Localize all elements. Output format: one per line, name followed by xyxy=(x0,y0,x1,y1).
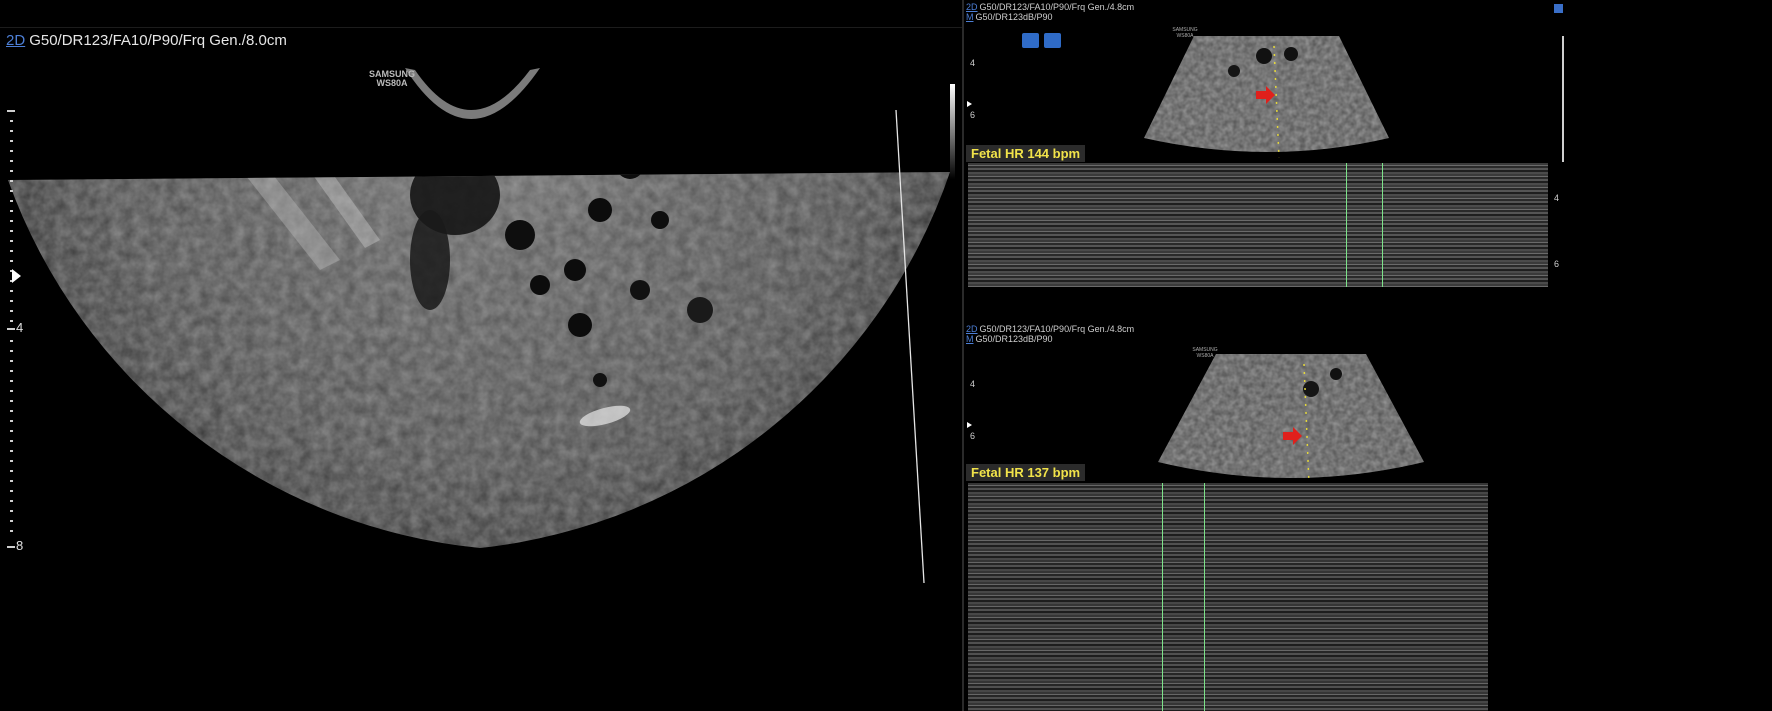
panel-bottom-mode[interactable]: 2D xyxy=(966,324,978,334)
panel-bottom-depth-tick-4: 4 xyxy=(970,379,976,389)
panel-top-caliper-line-2[interactable] xyxy=(1382,163,1383,287)
main-brand-label: SAMSUNG WS80A xyxy=(366,70,418,88)
panel-top-depth-tick-6: 6 xyxy=(970,110,976,120)
ultrasound-sector-image xyxy=(8,68,950,548)
panel-bottom-brand: SAMSUNG WS80A xyxy=(1190,347,1220,359)
panel-top-sector-image xyxy=(1144,36,1389,159)
main-view-header: 2D G50/DR123/FA10/P90/Frq Gen./8.0cm xyxy=(6,32,287,49)
panel-bottom-focus-marker[interactable] xyxy=(967,422,972,428)
focus-marker[interactable] xyxy=(12,269,21,283)
depth-tick-8: 8 xyxy=(16,538,24,553)
grayscale-bar xyxy=(950,84,955,179)
fetal-hr-top: Fetal HR 144 bpm xyxy=(966,145,1086,162)
panel-top-brand: SAMSUNG WS80A xyxy=(1170,27,1200,39)
main-mode-label[interactable]: 2D xyxy=(6,32,25,49)
panel-bottom-mmode-strip xyxy=(968,483,1488,711)
panel-bottom-mmode[interactable]: M xyxy=(966,334,974,344)
top-divider xyxy=(0,27,962,28)
panel-top-line2: M G50/DR123dB/P90 xyxy=(966,12,1053,22)
panel-top-mmode-strip xyxy=(968,163,1548,287)
panel-top-scroll[interactable] xyxy=(1562,36,1564,162)
panel-top-mode[interactable]: 2D xyxy=(966,2,978,12)
panel-bottom-sector-image xyxy=(1158,354,1424,485)
panel-top-focus-marker[interactable] xyxy=(967,101,972,107)
panel-bottom-mparams: G50/DR123dB/P90 xyxy=(975,334,1053,344)
panel-bottom-line2: M G50/DR123dB/P90 xyxy=(966,334,1053,344)
main-params-label: G50/DR123/FA10/P90/Frq Gen./8.0cm xyxy=(29,32,287,49)
main-view: 2D G50/DR123/FA10/P90/Frq Gen./8.0cm SAM… xyxy=(0,0,1061,711)
panel-bottom-depth-tick-6: 6 xyxy=(970,431,976,441)
panel-bottom-params: G50/DR123/FA10/P90/Frq Gen./4.8cm xyxy=(979,324,1135,334)
fetal-hr-bottom: Fetal HR 137 bpm xyxy=(966,464,1086,481)
depth-ruler xyxy=(7,110,15,548)
panel-top-corner-marker[interactable] xyxy=(1554,4,1563,13)
panel-top: 2D G50/DR123/FA10/P90/Frq Gen./4.8cm M G50… xyxy=(964,0,1772,330)
panel-top-mmode-tick-6: 6 xyxy=(1554,259,1560,269)
panel-top-mmode[interactable]: M xyxy=(966,12,974,22)
panel-top-mparams: G50/DR123dB/P90 xyxy=(975,12,1053,22)
panel-bottom-caliper-line-1[interactable] xyxy=(1162,483,1163,711)
panel-bottom-caliper-line-2[interactable] xyxy=(1204,483,1205,711)
panel-top-caliper-line-1[interactable] xyxy=(1346,163,1347,287)
guide-line xyxy=(895,109,925,584)
depth-tick-4: 4 xyxy=(16,320,24,335)
panel-top-line1: 2D G50/DR123/FA10/P90/Frq Gen./4.8cm xyxy=(966,2,1134,12)
brand-line2: WS80A xyxy=(376,78,408,88)
panel-bottom-brand-line2: WS80A xyxy=(1196,353,1214,359)
panel-bottom-line1: 2D G50/DR123/FA10/P90/Frq Gen./4.8cm xyxy=(966,324,1134,334)
panel-top-depth-tick-4: 4 xyxy=(970,58,976,68)
panel-bottom: 2D G50/DR123/FA10/P90/Frq Gen./4.8cm M G50… xyxy=(964,322,1772,711)
panel-top-params: G50/DR123/FA10/P90/Frq Gen./4.8cm xyxy=(979,2,1135,12)
panel-top-mmode-tick-4: 4 xyxy=(1554,193,1560,203)
panel-top-brand-line2: WS80A xyxy=(1176,33,1194,39)
